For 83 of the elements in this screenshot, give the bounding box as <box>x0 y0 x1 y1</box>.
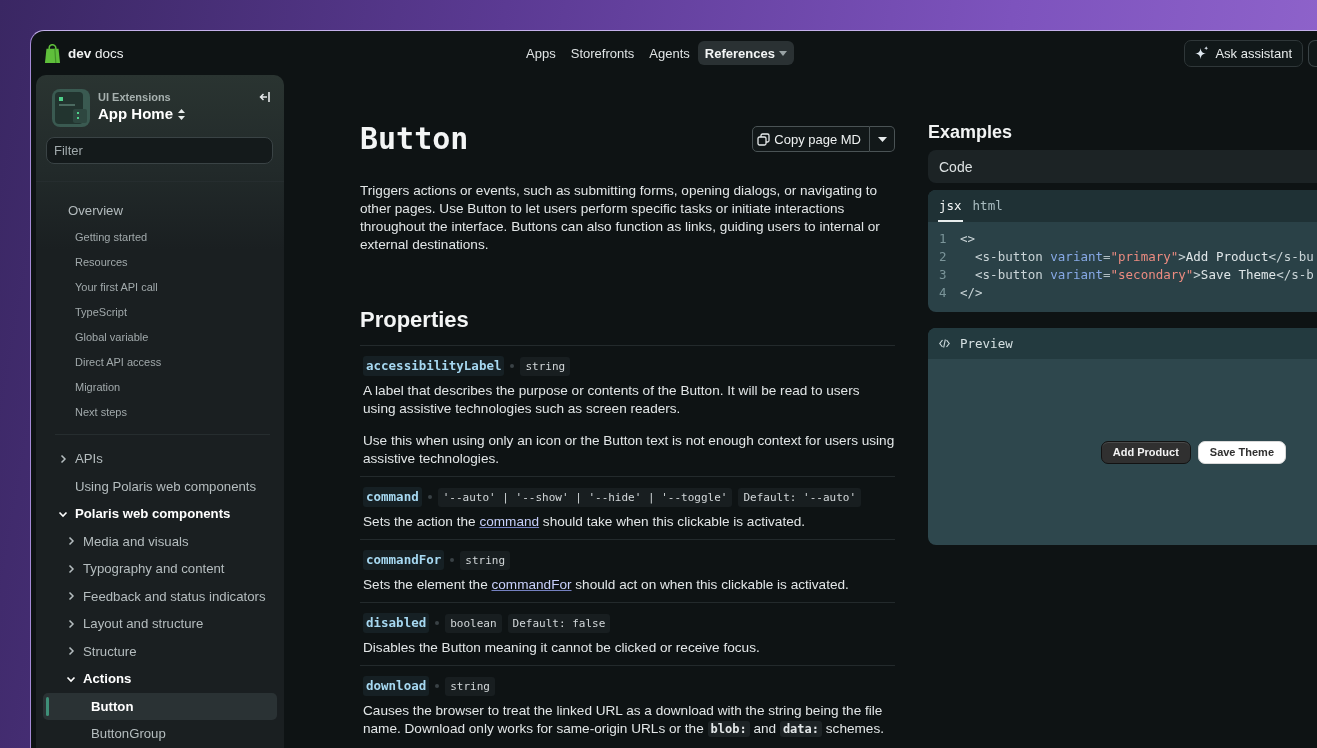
property-link[interactable]: commandFor <box>491 577 572 592</box>
sparkle-icon <box>1194 45 1210 61</box>
sidebar-item[interactable]: Media and visuals <box>43 527 277 555</box>
code-header: Code <box>928 150 1317 183</box>
property-description: A label that describes the purpose or contents of the Button. It will be read to users using assistive technologies such as screen readers. <box>363 382 861 418</box>
property-name: download <box>363 676 430 696</box>
property-default: Default: false <box>507 613 611 633</box>
examples-heading: Examples <box>928 121 1014 143</box>
code-line: <> <box>960 230 976 246</box>
sidebar-item[interactable]: Next steps <box>43 399 277 424</box>
page-title: Button <box>360 121 469 157</box>
app-tile-icon <box>52 89 90 127</box>
line-number: 3 <box>939 266 948 282</box>
property-name: disabled <box>363 613 430 633</box>
page-description: Triggers actions or events, such as submitting forms, opening dialogs, or navigating to other pages. Use Button to let users perform specific tasks or initiate interactions throughout the interface. Buttons can also function as links, guiding users to internal or external destinations. <box>360 182 881 254</box>
code-brackets-icon <box>939 339 950 348</box>
preview-button[interactable]: Add Product <box>1100 440 1191 464</box>
preview-button[interactable]: Save Theme <box>1197 440 1286 464</box>
property-description: Sets the action the command should take when this clickable is activated. <box>363 513 807 531</box>
filter-field[interactable]: Filter <box>46 137 273 164</box>
line-number: 1 <box>939 230 948 246</box>
sidebar-item[interactable]: Global variable <box>43 324 277 349</box>
sidebar-item[interactable]: Using Polaris web components <box>43 472 277 500</box>
copy-icon <box>757 132 771 146</box>
ask-assistant-button[interactable]: Ask assistant <box>1184 39 1303 67</box>
property-name: commandFor <box>363 550 445 570</box>
section-heading: Properties <box>360 306 470 334</box>
sidebar-item[interactable]: Button <box>43 692 277 720</box>
app-switcher[interactable]: App Home <box>98 104 185 124</box>
sidebar-item[interactable]: Overview <box>43 196 277 224</box>
sidebar-item[interactable]: Getting started <box>43 224 277 249</box>
code-line: <s-button variant="secondary">Save Theme</s-b <box>974 266 1314 282</box>
property-type: string <box>460 550 510 570</box>
caret-icon <box>778 50 787 56</box>
separator-dot-icon <box>427 495 432 499</box>
nav-link[interactable]: Storefronts <box>563 41 642 65</box>
arrow-left-bar-icon[interactable] <box>259 92 270 102</box>
code-tab[interactable]: jsx <box>938 198 963 222</box>
property-type: boolean <box>445 613 502 633</box>
sidebar-item[interactable]: Structure <box>43 637 277 665</box>
caret-down-icon <box>877 136 887 142</box>
sidebar-item[interactable]: Actions <box>43 665 277 693</box>
property-name: command <box>363 487 422 507</box>
sidebar-item[interactable]: TypeScript <box>43 299 277 324</box>
property-type: string <box>520 356 571 376</box>
separator-dot-icon <box>435 621 440 625</box>
property-link[interactable]: command <box>479 514 540 529</box>
line-number: 2 <box>939 248 948 264</box>
logo-text[interactable]: dev docs <box>68 45 124 61</box>
code-line: <s-button variant="primary">Add Product</s-bu <box>974 248 1314 264</box>
preview-title: Preview <box>960 336 1013 351</box>
app-subtitle: UI Extensions <box>98 90 171 104</box>
sidebar-item[interactable]: Your first API call <box>43 274 277 299</box>
property-name: accessibilityLabel <box>363 356 505 376</box>
nav-link[interactable]: Apps <box>519 41 563 65</box>
sidebar-item[interactable]: Migration <box>43 374 277 399</box>
sidebar-item[interactable]: ButtonGroup <box>43 720 277 748</box>
separator-dot-icon <box>450 558 455 562</box>
property-default: Default: '--auto' <box>738 487 862 507</box>
sidebar-item[interactable]: Direct API access <box>43 349 277 374</box>
separator-dot-icon <box>510 364 515 368</box>
copy-page-button[interactable]: Copy page MD <box>752 126 870 152</box>
up-down-arrows-icon <box>178 108 185 120</box>
separator-dot-icon <box>435 684 440 688</box>
sidebar-item[interactable]: APIs <box>43 445 277 473</box>
property-description: Disables the Button meaning it cannot be clicked or receive focus. <box>363 639 761 657</box>
nav-link[interactable]: References <box>697 41 794 65</box>
code-tab[interactable]: html <box>971 198 1004 222</box>
property-type: '--auto' | '--show' | '--hide' | '--toggle' <box>437 487 733 507</box>
shopping-bag-icon <box>44 43 61 63</box>
sidebar-item[interactable]: Polaris web components <box>43 500 277 528</box>
line-number: 4 <box>939 284 948 300</box>
sidebar-item[interactable]: Feedback and status indicators <box>43 582 277 610</box>
code-line: </> <box>960 284 983 300</box>
sidebar-item[interactable]: Typography and content <box>43 555 277 583</box>
property-description: Use this when using only an icon or the Button text is not enough context for users using assistive technologies. <box>363 432 895 468</box>
sidebar-item[interactable]: Resources <box>43 249 277 274</box>
sidebar-item[interactable]: Layout and structure <box>43 610 277 638</box>
nav-link[interactable]: Agents <box>642 41 697 65</box>
property-description: Sets the element the commandFor should act on when this clickable is activated. <box>363 576 850 594</box>
property-description: Causes the browser to treat the linked URL as a download with the string being the file name. Download only works for same-origin URLs or the blob: and data: schemes. <box>363 702 885 738</box>
dropdown-button[interactable] <box>870 126 895 152</box>
property-type: string <box>445 676 495 696</box>
